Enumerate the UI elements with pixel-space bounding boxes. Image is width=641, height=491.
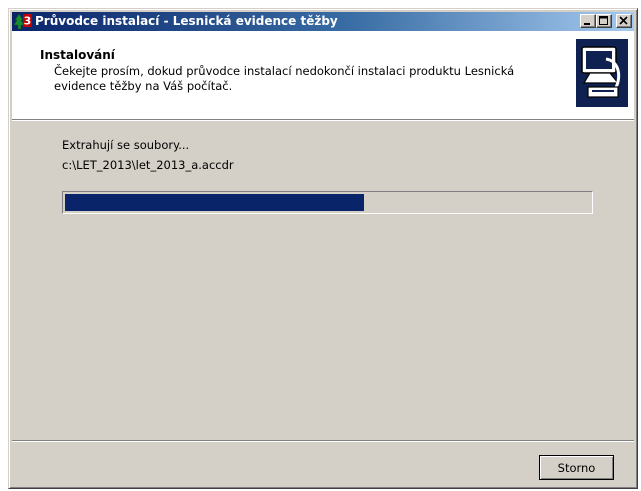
progress-bar xyxy=(62,191,593,214)
progress-fill xyxy=(65,194,364,211)
svg-text:3: 3 xyxy=(24,15,32,28)
wizard-header: Instalování Čekejte prosím, dokud průvod… xyxy=(12,31,634,120)
maximize-button[interactable] xyxy=(596,14,612,28)
minimize-icon xyxy=(584,23,590,25)
close-icon xyxy=(619,16,628,25)
maximize-icon xyxy=(599,16,608,25)
page-description: Čekejte prosím, dokud průvodce instalací… xyxy=(54,64,515,93)
status-text: Extrahují se soubory... xyxy=(62,138,190,152)
page-title: Instalování xyxy=(40,48,115,62)
title-bar[interactable]: 3 Průvodce instalací - Lesnická evidence… xyxy=(12,12,634,31)
window-title: Průvodce instalací - Lesnická evidence t… xyxy=(35,14,338,28)
footer-divider xyxy=(12,440,634,442)
wizard-content: Extrahují se soubory... c:\LET_2013\let_… xyxy=(12,121,634,421)
installer-window: 3 Průvodce instalací - Lesnická evidence… xyxy=(8,8,638,489)
close-button[interactable] xyxy=(616,14,632,28)
computer-install-icon xyxy=(576,39,628,107)
minimize-button[interactable] xyxy=(580,14,596,28)
current-file-path: c:\LET_2013\let_2013_a.accdr xyxy=(62,158,234,172)
tree-3-icon: 3 xyxy=(13,13,32,30)
cancel-button[interactable]: Storno xyxy=(539,455,614,480)
